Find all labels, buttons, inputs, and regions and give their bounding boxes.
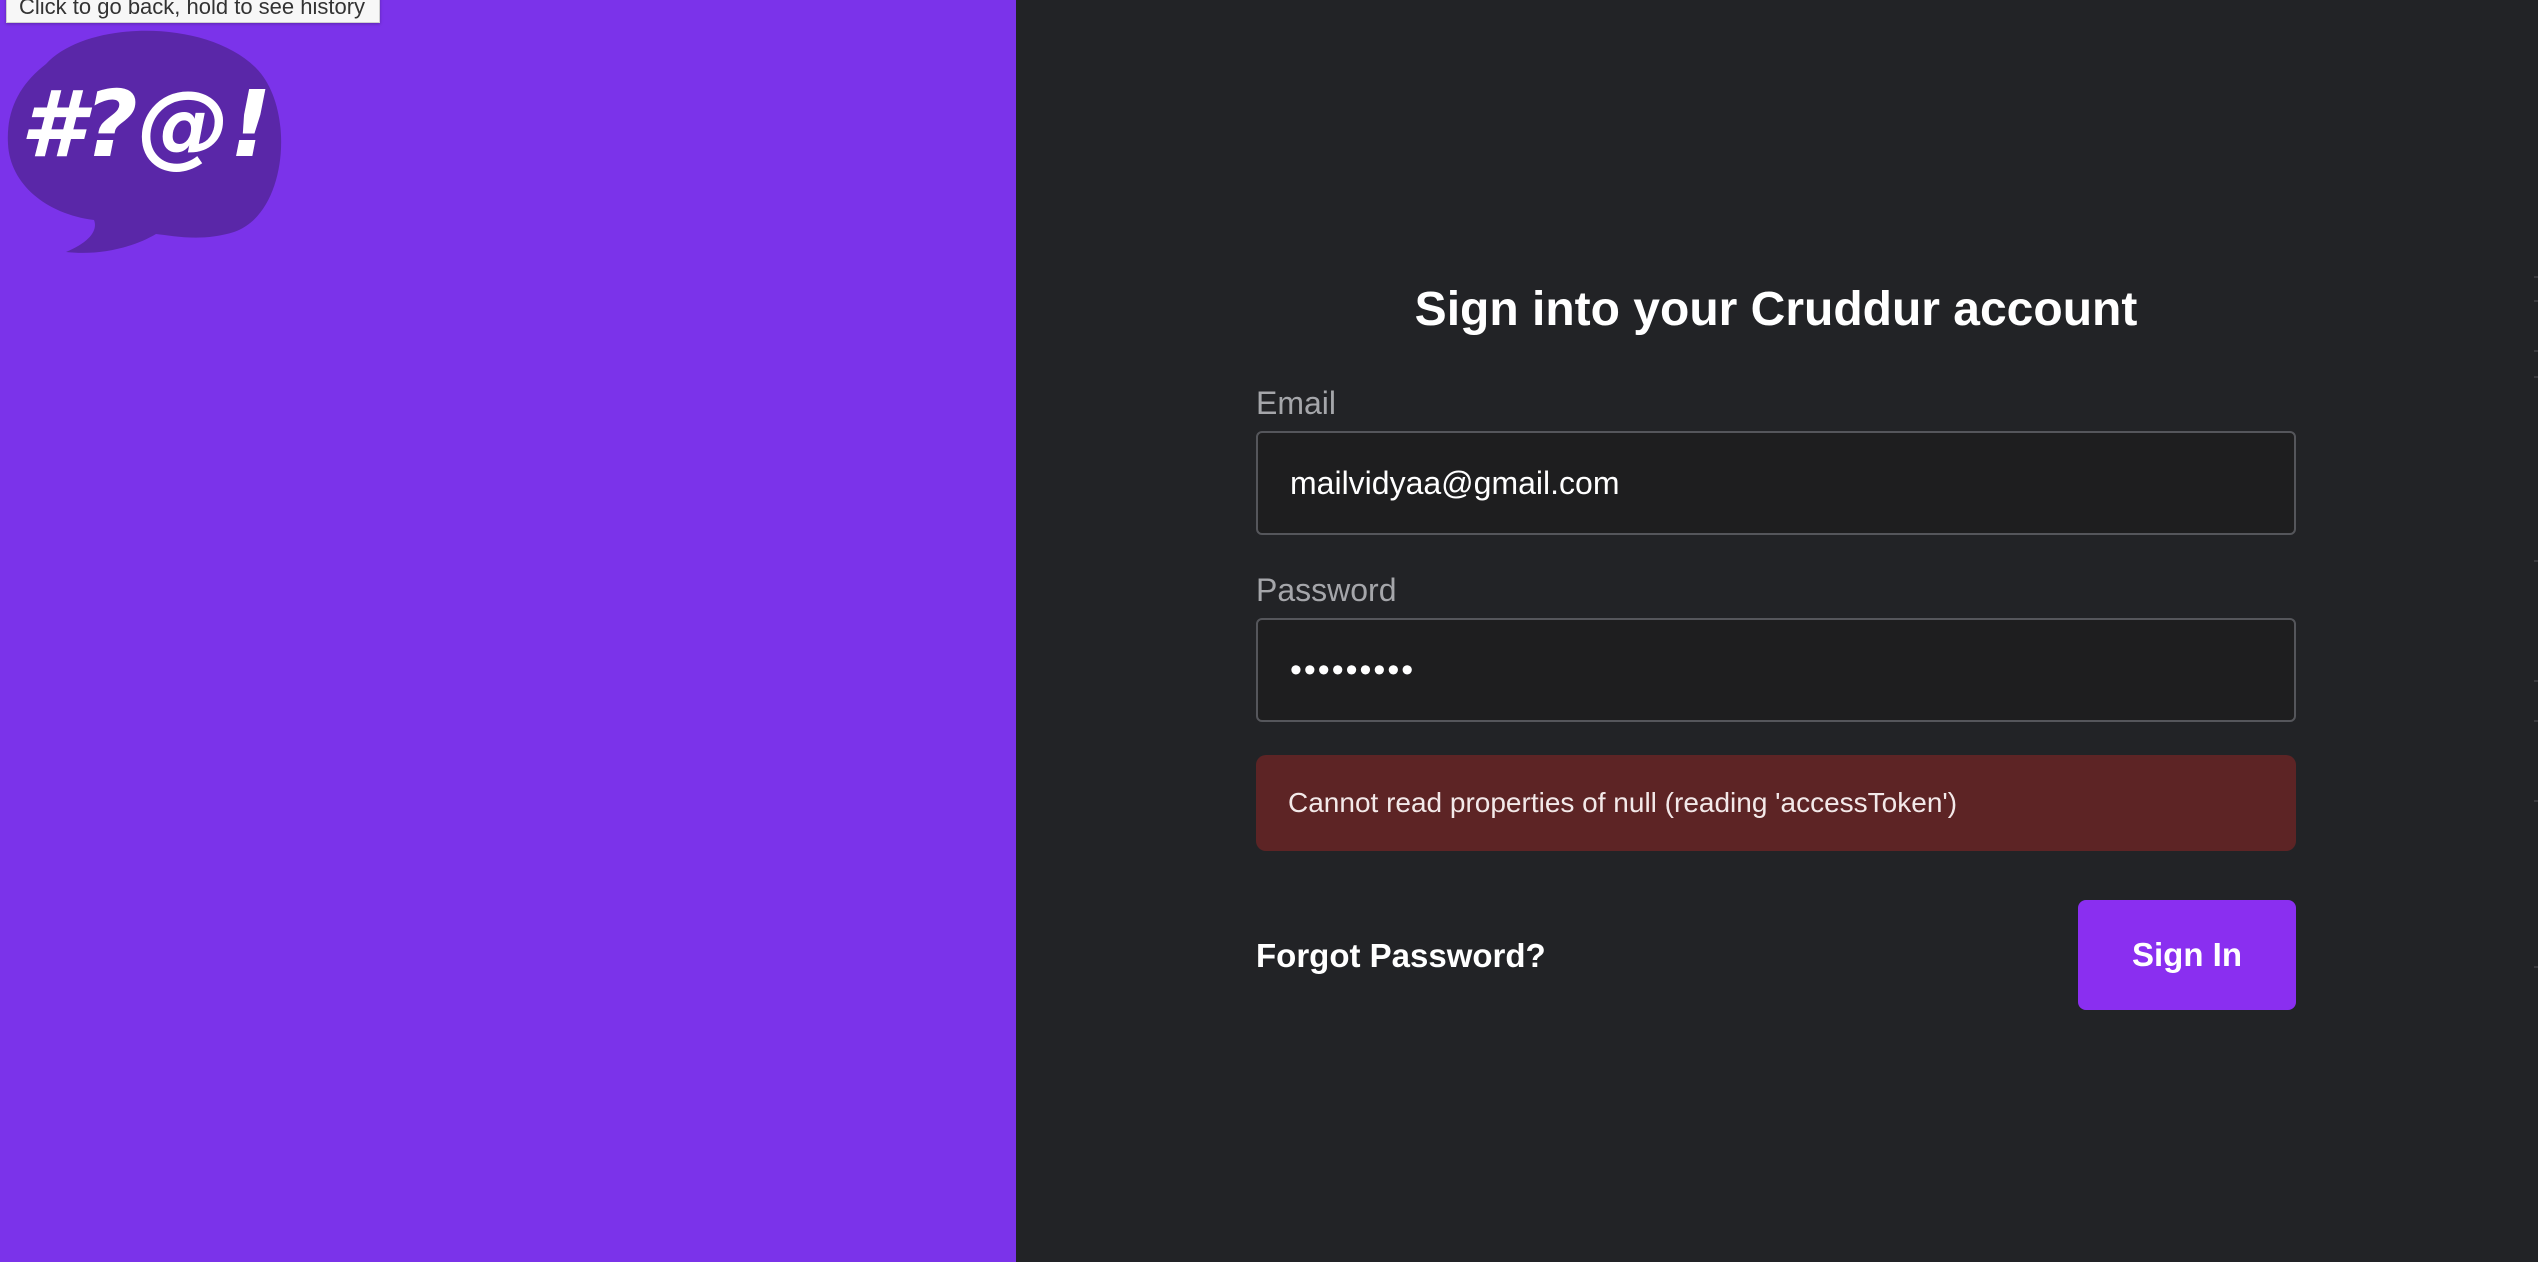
password-label: Password	[1256, 572, 1397, 608]
speech-bubble-logo-icon: #?@!	[7, 30, 282, 253]
email-label: Email	[1256, 385, 1337, 421]
form-actions: Forgot Password? Sign In	[1256, 900, 2296, 1010]
back-button-tooltip: Click to go back, hold to see history	[6, 0, 381, 23]
page-title: Sign into your Cruddur account	[1414, 283, 2138, 336]
window-edge-marks	[2534, 0, 2538, 1262]
error-message: Cannot read properties of null (reading …	[1256, 755, 2296, 851]
email-field[interactable]	[1256, 431, 2296, 535]
signin-form: Sign into your Cruddur account Email Pas…	[1256, 280, 2296, 1010]
brand-panel: Click to go back, hold to see history #?…	[0, 0, 1016, 1262]
page: Click to go back, hold to see history #?…	[0, 0, 2538, 1262]
sign-in-button[interactable]: Sign In	[2078, 900, 2296, 1010]
forgot-password-link[interactable]: Forgot Password?	[1256, 934, 1546, 978]
password-field[interactable]	[1256, 618, 2296, 722]
cruddur-logo[interactable]: #?@!	[6, 24, 286, 256]
logo-text: #?@!	[20, 71, 271, 178]
